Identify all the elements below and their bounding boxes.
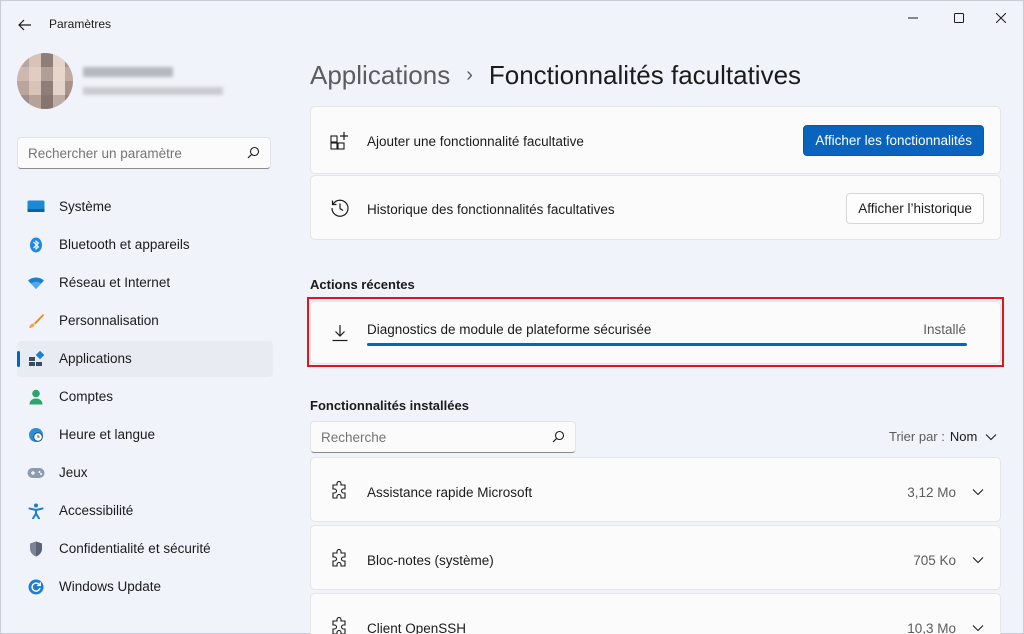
highlight-frame <box>307 297 1004 367</box>
feature-name: Client OpenSSH <box>367 621 467 634</box>
sidebar-item-label: Heure et langue <box>59 427 156 442</box>
search-icon[interactable] <box>247 146 260 164</box>
sidebar-item-label: Windows Update <box>59 579 162 594</box>
feature-row[interactable]: Bloc-notes (système) 705 Ko <box>310 525 1001 590</box>
sidebar-item-applications[interactable]: Applications <box>17 341 273 377</box>
sidebar-item-label: Accessibilité <box>59 503 134 518</box>
update-icon <box>27 579 45 595</box>
sidebar-item-confidentialite[interactable]: Confidentialité et sécurité <box>17 531 273 567</box>
app-title: Paramètres <box>49 17 112 31</box>
profile-name-blurred <box>83 67 173 77</box>
search-icon[interactable] <box>552 430 565 448</box>
page-title: Fonctionnalités facultatives <box>488 59 802 90</box>
show-features-button[interactable]: Afficher les fonctionnalités <box>803 125 984 156</box>
sort-value: Nom <box>949 429 978 444</box>
sort-label: Trier par : <box>889 429 945 444</box>
close-button[interactable] <box>981 7 1021 29</box>
sidebar-nav: Système Bluetooth et appareils Réseau et… <box>17 189 273 607</box>
feature-row[interactable]: Client OpenSSH 10,3 Mo <box>310 593 1001 634</box>
sidebar-item-label: Réseau et Internet <box>59 275 171 290</box>
add-feature-card: Ajouter une fonctionnalité facultative A… <box>310 106 1001 174</box>
shield-icon <box>27 541 45 557</box>
settings-search <box>17 137 271 169</box>
sidebar-item-label: Jeux <box>59 465 88 480</box>
feature-size: 3,12 Mo <box>907 485 956 500</box>
sidebar-item-label: Système <box>59 199 112 214</box>
sidebar-item-windows-update[interactable]: Windows Update <box>17 569 273 605</box>
sidebar-item-jeux[interactable]: Jeux <box>17 455 273 491</box>
history-icon <box>329 197 351 219</box>
chevron-down-icon[interactable] <box>970 552 986 568</box>
history-label: Historique des fonctionnalités facultati… <box>367 202 615 217</box>
installed-search <box>310 421 576 453</box>
sidebar-item-systeme[interactable]: Système <box>17 189 273 225</box>
breadcrumb: Applications › Fonctionnalités facultati… <box>310 57 801 93</box>
sidebar-item-accessibilite[interactable]: Accessibilité <box>17 493 273 529</box>
user-profile[interactable] <box>17 53 277 117</box>
history-card: Historique des fonctionnalités facultati… <box>310 175 1001 240</box>
maximize-button[interactable] <box>939 7 979 29</box>
sidebar-item-label: Bluetooth et appareils <box>59 237 190 252</box>
sidebar-item-label: Personnalisation <box>59 313 159 328</box>
feature-row[interactable]: Assistance rapide Microsoft 3,12 Mo <box>310 457 1001 522</box>
arrow-left-icon <box>18 19 31 31</box>
installed-search-input[interactable] <box>311 422 541 452</box>
wifi-icon <box>27 275 45 291</box>
settings-search-input[interactable] <box>18 138 238 168</box>
sidebar-item-label: Confidentialité et sécurité <box>59 541 211 556</box>
sidebar-item-personnalisation[interactable]: Personnalisation <box>17 303 273 339</box>
sort-dropdown[interactable]: Trier par : Nom <box>889 429 997 444</box>
breadcrumb-parent-link[interactable]: Applications <box>310 60 450 91</box>
chevron-down-icon[interactable] <box>970 620 986 634</box>
brush-icon <box>27 313 45 329</box>
maximize-icon <box>954 13 964 23</box>
sidebar-item-label: Applications <box>59 351 132 366</box>
title-bar: Paramètres <box>1 1 1024 47</box>
avatar <box>17 53 73 109</box>
settings-window: Paramètres Système <box>0 0 1024 634</box>
minimize-icon <box>908 17 918 19</box>
profile-email-blurred <box>83 87 223 95</box>
accessibility-icon <box>27 503 45 519</box>
add-grid-icon <box>329 130 351 152</box>
chevron-down-icon[interactable] <box>970 484 986 500</box>
back-button[interactable] <box>13 13 37 37</box>
person-icon <box>27 389 45 405</box>
bluetooth-icon <box>27 237 45 253</box>
sidebar-item-bluetooth[interactable]: Bluetooth et appareils <box>17 227 273 263</box>
recent-actions-heading: Actions récentes <box>310 277 415 292</box>
close-icon <box>996 13 1006 23</box>
feature-name: Bloc-notes (système) <box>367 553 494 568</box>
minimize-button[interactable] <box>893 7 933 29</box>
sidebar-item-heure[interactable]: Heure et langue <box>17 417 273 453</box>
puzzle-icon <box>329 548 351 570</box>
installed-features-heading: Fonctionnalités installées <box>310 398 469 413</box>
sidebar-item-comptes[interactable]: Comptes <box>17 379 273 415</box>
feature-size: 705 Ko <box>913 553 956 568</box>
show-history-button[interactable]: Afficher l’historique <box>846 193 984 224</box>
puzzle-icon <box>329 480 351 502</box>
gamepad-icon <box>27 465 45 481</box>
monitor-icon <box>27 199 45 215</box>
chevron-down-icon <box>985 433 997 441</box>
feature-name: Assistance rapide Microsoft <box>367 485 533 500</box>
sidebar-item-label: Comptes <box>59 389 114 404</box>
globe-clock-icon <box>27 427 45 443</box>
puzzle-icon <box>329 616 351 634</box>
apps-icon <box>27 351 45 367</box>
add-feature-label: Ajouter une fonctionnalité facultative <box>367 134 584 149</box>
sidebar-item-reseau[interactable]: Réseau et Internet <box>17 265 273 301</box>
feature-size: 10,3 Mo <box>907 621 956 634</box>
chevron-right-icon: › <box>466 63 473 86</box>
